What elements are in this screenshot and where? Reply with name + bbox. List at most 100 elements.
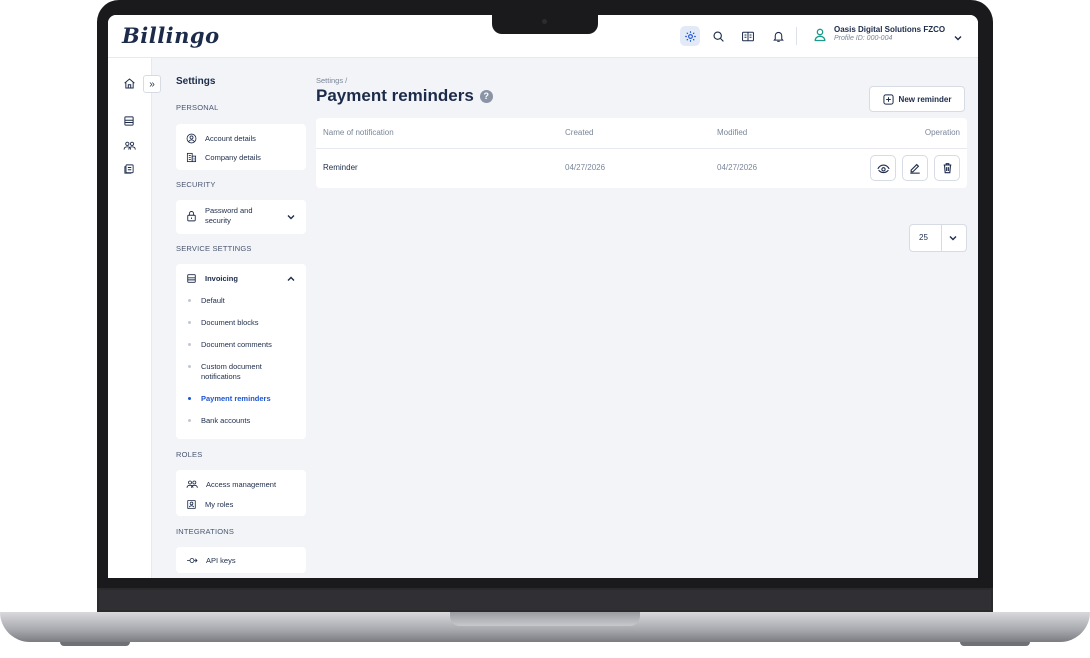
sub-item-label: Document blocks xyxy=(201,318,259,327)
edit-button[interactable] xyxy=(902,155,928,181)
column-created[interactable]: Created xyxy=(565,128,593,137)
delete-button[interactable] xyxy=(934,155,960,181)
roles-card: Access management My roles xyxy=(176,470,306,516)
nav-group-invoicing[interactable]: Invoicing xyxy=(186,273,238,284)
users-icon xyxy=(186,480,198,488)
bullet xyxy=(188,343,191,346)
app-screen: Billingo Oasis Digital Solutions FZCO Pr… xyxy=(108,15,978,578)
page-title: Payment reminders xyxy=(316,86,474,105)
cell-created: 04/27/2026 xyxy=(565,163,606,172)
sub-item-custom-notifications[interactable]: Custom document notifications xyxy=(188,362,288,382)
left-rail xyxy=(108,58,152,578)
section-integrations: INTEGRATIONS xyxy=(176,527,235,536)
sub-item-label: Default xyxy=(201,296,225,305)
nav-group-label: Invoicing xyxy=(205,274,238,283)
page-size-select[interactable]: 25 xyxy=(909,224,967,252)
table-header: Name of notification Created Modified Op… xyxy=(316,118,967,149)
cell-modified: 04/27/2026 xyxy=(717,163,758,172)
role-badge-icon xyxy=(187,499,196,510)
sub-item-payment-reminders[interactable]: Payment reminders xyxy=(188,394,271,403)
page-size-value: 25 xyxy=(919,233,928,242)
column-modified[interactable]: Modified xyxy=(717,128,747,137)
bullet xyxy=(188,419,191,422)
sub-item-document-comments[interactable]: Document comments xyxy=(188,340,272,349)
nav-item-api-keys[interactable]: API keys xyxy=(186,555,236,566)
nav-item-label: Access management xyxy=(206,480,277,489)
sub-item-label: Document comments xyxy=(201,340,272,349)
invoice-icon[interactable] xyxy=(121,113,137,129)
home-icon[interactable] xyxy=(121,75,137,91)
chevron-up-icon[interactable] xyxy=(286,274,296,284)
profile-id: Profile ID: 000-004 xyxy=(834,35,893,42)
nav-item-account-details[interactable]: Account details xyxy=(186,133,256,144)
sub-item-document-blocks[interactable]: Document blocks xyxy=(188,318,259,327)
nav-item-password-security[interactable]: Password and security xyxy=(186,206,296,226)
header-divider xyxy=(796,27,797,45)
expand-rail-button[interactable]: » xyxy=(143,75,161,93)
camera xyxy=(542,19,547,24)
personal-card: Account details Company details xyxy=(176,124,306,170)
company-name: Oasis Digital Solutions FZCO xyxy=(834,25,946,34)
page-title-row: Payment reminders ? xyxy=(316,86,493,106)
gear-icon[interactable] xyxy=(680,26,700,46)
bell-icon[interactable] xyxy=(768,26,788,46)
book-icon[interactable] xyxy=(738,26,758,46)
section-service-settings: SERVICE SETTINGS xyxy=(176,244,252,253)
users-icon[interactable] xyxy=(121,138,137,154)
pencil-icon xyxy=(910,163,920,174)
table-row[interactable]: Reminder 04/27/2026 04/27/2026 xyxy=(316,149,967,188)
security-card[interactable]: Password and security xyxy=(176,200,306,234)
chevron-down-icon[interactable] xyxy=(286,212,296,222)
main-content: Settings / Payment reminders ? New remin… xyxy=(316,58,968,578)
column-name[interactable]: Name of notification xyxy=(323,128,394,137)
chevron-down-icon[interactable] xyxy=(948,233,958,243)
account-icon xyxy=(186,133,197,144)
column-operation: Operation xyxy=(924,128,960,137)
building-icon xyxy=(186,152,197,163)
new-reminder-button[interactable]: New reminder xyxy=(869,86,965,112)
sub-item-label: Bank accounts xyxy=(201,416,251,425)
laptop-foot xyxy=(960,642,1030,646)
chevron-down-icon[interactable] xyxy=(953,30,963,48)
bullet xyxy=(188,397,191,400)
api-icon xyxy=(187,558,198,563)
nav-item-label: Account details xyxy=(205,134,256,143)
laptop-foot xyxy=(60,642,130,646)
user-avatar-icon[interactable] xyxy=(814,28,826,47)
trash-icon xyxy=(943,163,951,174)
company-switcher[interactable]: Oasis Digital Solutions FZCO Profile ID:… xyxy=(834,25,945,42)
nav-item-my-roles[interactable]: My roles xyxy=(186,499,233,510)
help-icon[interactable]: ? xyxy=(479,89,493,103)
integrations-card: API keys xyxy=(176,547,306,573)
reminders-table: Name of notification Created Modified Op… xyxy=(316,118,967,188)
section-personal: PERSONAL xyxy=(176,103,219,112)
settings-title: Settings xyxy=(176,76,216,87)
sub-item-label: Custom document notifications xyxy=(201,362,262,381)
new-reminder-label: New reminder xyxy=(898,94,952,104)
camera-notch xyxy=(492,14,598,34)
search-icon[interactable] xyxy=(708,26,728,46)
section-roles: ROLES xyxy=(176,450,203,459)
lock-icon xyxy=(187,211,196,222)
nav-item-access-management[interactable]: Access management xyxy=(186,479,276,490)
bullet xyxy=(188,321,191,324)
invoicing-card: Invoicing Default Document blocks Docume… xyxy=(176,264,306,439)
bullet xyxy=(188,365,191,368)
breadcrumb[interactable]: Settings / xyxy=(316,76,347,85)
sub-item-default[interactable]: Default xyxy=(188,296,225,305)
section-security: SECURITY xyxy=(176,180,216,189)
documents-icon[interactable] xyxy=(121,161,137,177)
app-logo[interactable]: Billingo xyxy=(122,23,220,48)
invoice-icon xyxy=(187,274,196,283)
plus-box-icon xyxy=(882,93,894,105)
sub-item-bank-accounts[interactable]: Bank accounts xyxy=(188,416,250,425)
eye-icon xyxy=(876,164,890,173)
bullet xyxy=(188,299,191,302)
laptop-base-notch xyxy=(450,612,640,626)
nav-item-company-details[interactable]: Company details xyxy=(186,152,261,163)
laptop-chin-strip xyxy=(99,590,991,610)
nav-item-label: API keys xyxy=(206,556,236,565)
view-button[interactable] xyxy=(870,155,896,181)
sub-item-label: Payment reminders xyxy=(201,394,271,403)
nav-item-label: My roles xyxy=(205,500,234,509)
